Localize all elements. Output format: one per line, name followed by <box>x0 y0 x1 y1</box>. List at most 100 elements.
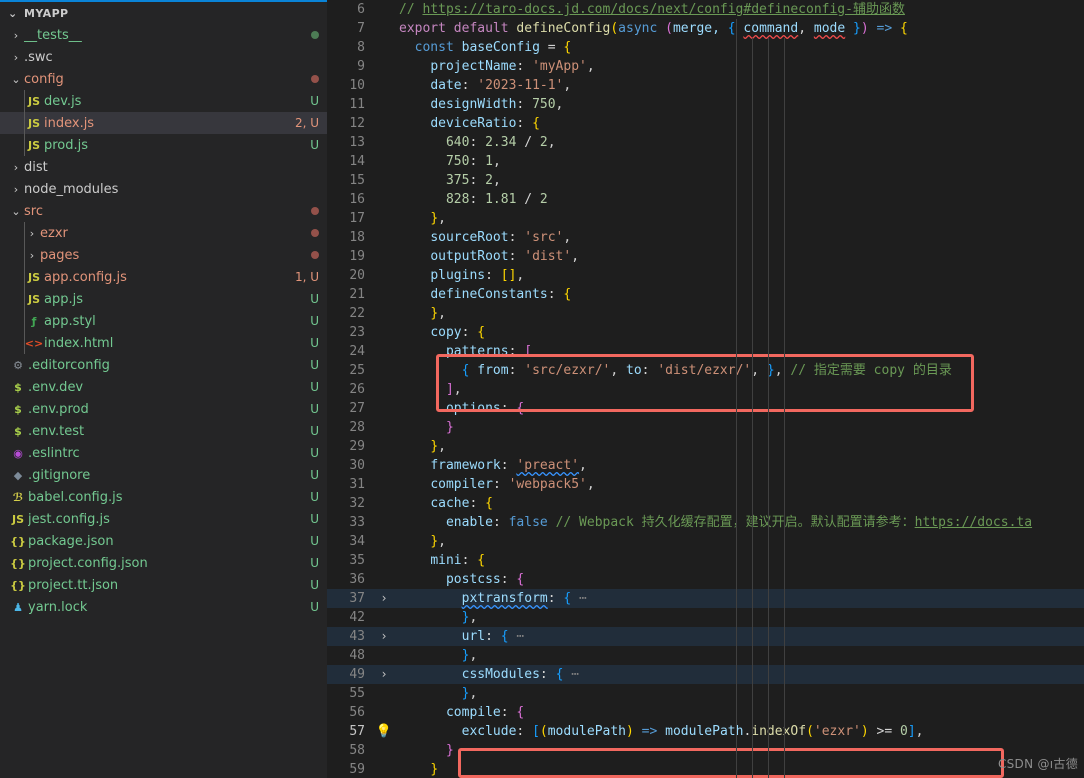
code-text[interactable]: }, <box>399 684 1084 703</box>
code-text[interactable]: copy: { <box>399 323 1084 342</box>
tree-folder-src[interactable]: ⌄ src <box>0 200 327 222</box>
code-line[interactable]: 56 compile: { <box>327 703 1084 722</box>
code-text[interactable]: compiler: 'webpack5', <box>399 475 1084 494</box>
code-line[interactable]: 6 // https://taro-docs.jd.com/docs/next/c… <box>327 0 1084 19</box>
code-text[interactable]: { from: 'src/ezxr/', to: 'dist/ezxr/', }… <box>399 361 1084 380</box>
code-line[interactable]: 8 const baseConfig = { <box>327 38 1084 57</box>
code-text[interactable]: 640: 2.34 / 2, <box>399 133 1084 152</box>
chevron-right-icon[interactable]: › <box>24 250 40 261</box>
code-text[interactable]: designWidth: 750, <box>399 95 1084 114</box>
code-line[interactable]: 49 › cssModules: { ⋯ <box>327 665 1084 684</box>
code-text[interactable]: ], <box>399 380 1084 399</box>
code-text[interactable]: compile: { <box>399 703 1084 722</box>
code-text[interactable]: }, <box>399 608 1084 627</box>
code-line[interactable]: 35 mini: { <box>327 551 1084 570</box>
chevron-down-icon[interactable]: ⌄ <box>8 206 24 217</box>
code-line[interactable]: 42 }, <box>327 608 1084 627</box>
code-text[interactable]: framework: 'preact', <box>399 456 1084 475</box>
code-line[interactable]: 23 copy: { <box>327 323 1084 342</box>
code-text[interactable]: } <box>399 741 1084 760</box>
chevron-right-icon[interactable]: › <box>8 162 24 173</box>
code-text[interactable]: mini: { <box>399 551 1084 570</box>
code-line[interactable]: 37 › pxtransform: { ⋯ <box>327 589 1084 608</box>
code-text[interactable]: defineConstants: { <box>399 285 1084 304</box>
code-line[interactable]: 14 750: 1, <box>327 152 1084 171</box>
code-line[interactable]: 26 ], <box>327 380 1084 399</box>
code-line[interactable]: 34 }, <box>327 532 1084 551</box>
code-text[interactable]: sourceRoot: 'src', <box>399 228 1084 247</box>
tree-folder-node-modules[interactable]: › node_modules <box>0 178 327 200</box>
code-text[interactable]: }, <box>399 209 1084 228</box>
tree-file-babel-config-js[interactable]: ℬbabel.config.js U <box>0 486 327 508</box>
tree-folder-pages[interactable]: › pages <box>0 244 327 266</box>
code-text[interactable]: options: { <box>399 399 1084 418</box>
code-line[interactable]: 17 }, <box>327 209 1084 228</box>
tree-file-app-config-js[interactable]: JS app.config.js 1, U <box>0 266 327 288</box>
code-text[interactable]: deviceRatio: { <box>399 114 1084 133</box>
code-line[interactable]: 29 }, <box>327 437 1084 456</box>
code-text[interactable]: outputRoot: 'dist', <box>399 247 1084 266</box>
tree-file-gitignore[interactable]: ◆ .gitignore U <box>0 464 327 486</box>
chevron-right-icon[interactable]: › <box>380 667 387 681</box>
quick-fix-lightbulb-icon[interactable]: 💡 <box>376 724 392 739</box>
code-line[interactable]: 12 deviceRatio: { <box>327 114 1084 133</box>
code-line[interactable]: 43 › url: { ⋯ <box>327 627 1084 646</box>
gutter-decoration[interactable]: › <box>369 589 399 608</box>
tree-folder-dist[interactable]: › dist <box>0 156 327 178</box>
code-text[interactable]: cssModules: { ⋯ <box>399 665 1084 684</box>
code-line[interactable]: 9 projectName: 'myApp', <box>327 57 1084 76</box>
code-text[interactable]: enable: false // Webpack 持久化缓存配置，建议开启。默认… <box>399 513 1084 532</box>
code-line[interactable]: 15 375: 2, <box>327 171 1084 190</box>
tree-folder-tests[interactable]: › __tests__ <box>0 24 327 46</box>
code-text[interactable]: 750: 1, <box>399 152 1084 171</box>
gutter-decoration[interactable]: › <box>369 665 399 684</box>
chevron-right-icon[interactable]: › <box>8 52 24 63</box>
chevron-right-icon[interactable]: › <box>380 629 387 643</box>
code-text[interactable]: } <box>399 760 1084 778</box>
code-line[interactable]: 24 patterns: [ <box>327 342 1084 361</box>
code-text[interactable]: cache: { <box>399 494 1084 513</box>
tree-file-index-js[interactable]: JS index.js 2, U <box>0 112 327 134</box>
code-line[interactable]: 13 640: 2.34 / 2, <box>327 133 1084 152</box>
code-line[interactable]: 18 sourceRoot: 'src', <box>327 228 1084 247</box>
tree-folder-ezxr[interactable]: › ezxr <box>0 222 327 244</box>
code-line[interactable]: 7 export default defineConfig(async (merg… <box>327 19 1084 38</box>
code-text[interactable]: date: '2023-11-1', <box>399 76 1084 95</box>
tree-file-env-prod[interactable]: $ .env.prod U <box>0 398 327 420</box>
tree-file-dev-js[interactable]: JS dev.js U <box>0 90 327 112</box>
code-text[interactable]: }, <box>399 304 1084 323</box>
tree-file-editorconfig[interactable]: ⚙ .editorconfig U <box>0 354 327 376</box>
code-line[interactable]: 59 } <box>327 760 1084 778</box>
code-text[interactable]: }, <box>399 646 1084 665</box>
code-line[interactable]: 30 framework: 'preact', <box>327 456 1084 475</box>
code-line[interactable]: 22 }, <box>327 304 1084 323</box>
code-line[interactable]: 28 } <box>327 418 1084 437</box>
code-line[interactable]: 55 }, <box>327 684 1084 703</box>
tree-file-prod-js[interactable]: JS prod.js U <box>0 134 327 156</box>
code-text[interactable]: }, <box>399 437 1084 456</box>
code-line[interactable]: 10 date: '2023-11-1', <box>327 76 1084 95</box>
code-text[interactable]: patterns: [ <box>399 342 1084 361</box>
code-editor[interactable]: 6// https://taro-docs.jd.com/docs/next/c… <box>327 0 1084 778</box>
code-text[interactable]: export default defineConfig(async (merge… <box>399 19 1084 38</box>
code-line[interactable]: 57 💡 exclude: [(modulePath) => modulePath… <box>327 722 1084 741</box>
chevron-down-icon[interactable]: ⌄ <box>8 7 20 20</box>
code-text[interactable]: projectName: 'myApp', <box>399 57 1084 76</box>
tree-folder-swc[interactable]: › .swc <box>0 46 327 68</box>
tree-file-project-config-json[interactable]: {} project.config.json U <box>0 552 327 574</box>
code-text[interactable]: postcss: { <box>399 570 1084 589</box>
gutter-decoration[interactable]: 💡 <box>369 722 399 741</box>
gutter-decoration[interactable]: › <box>369 627 399 646</box>
tree-file-app-styl[interactable]: ƒ app.styl U <box>0 310 327 332</box>
code-line[interactable]: 33 enable: false // Webpack 持久化缓存配置，建议开启… <box>327 513 1084 532</box>
tree-file-yarn-lock[interactable]: ♟ yarn.lock U <box>0 596 327 618</box>
code-line[interactable]: 20 plugins: [], <box>327 266 1084 285</box>
code-text[interactable]: url: { ⋯ <box>399 627 1084 646</box>
chevron-down-icon[interactable]: ⌄ <box>8 74 24 85</box>
code-surface[interactable]: 6// https://taro-docs.jd.com/docs/next/c… <box>327 0 1084 778</box>
tree-file-env-dev[interactable]: $ .env.dev U <box>0 376 327 398</box>
code-line[interactable]: 31 compiler: 'webpack5', <box>327 475 1084 494</box>
code-line[interactable]: 11 designWidth: 750, <box>327 95 1084 114</box>
chevron-right-icon[interactable]: › <box>24 228 40 239</box>
code-text[interactable]: 375: 2, <box>399 171 1084 190</box>
